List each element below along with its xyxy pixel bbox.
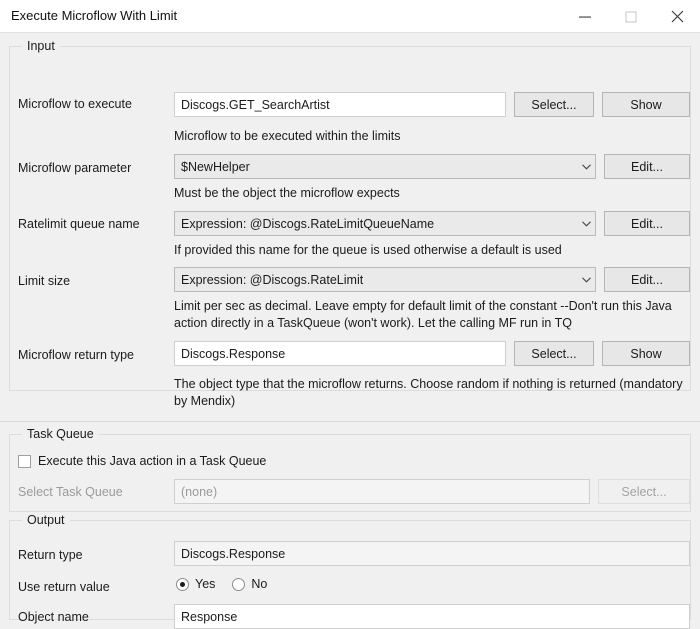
output-group-legend: Output [22, 513, 70, 527]
use-return-value-yes-radio[interactable]: Yes [176, 577, 215, 591]
checkbox-box [18, 454, 31, 468]
ratelimit-queue-name-edit-button[interactable]: Edit... [604, 211, 690, 236]
return-type-input: Discogs.Response [174, 541, 690, 566]
minimize-button[interactable] [562, 0, 608, 33]
window-titlebar: Execute Microflow With Limit [0, 0, 700, 33]
return-type-label: Return type [18, 548, 83, 562]
microflow-parameter-value: $NewHelper [181, 159, 250, 174]
chevron-down-icon [577, 163, 595, 170]
use-return-value-label: Use return value [18, 580, 110, 594]
close-icon [671, 10, 683, 23]
microflow-parameter-help: Must be the object the microflow expects [174, 186, 400, 200]
ratelimit-queue-name-label: Ratelimit queue name [18, 217, 140, 231]
microflow-to-execute-input[interactable]: Discogs.GET_SearchArtist [174, 92, 506, 117]
microflow-return-type-select-button[interactable]: Select... [514, 341, 594, 366]
ratelimit-queue-name-help: If provided this name for the queue is u… [174, 243, 562, 257]
minimize-icon [579, 16, 591, 18]
chevron-down-icon [577, 220, 595, 227]
microflow-to-execute-label: Microflow to execute [18, 97, 132, 111]
radio-circle-selected [176, 577, 189, 591]
select-task-queue-input: (none) [174, 479, 590, 504]
radio-circle [232, 577, 246, 591]
ratelimit-queue-name-combobox[interactable]: Expression: @Discogs.RateLimitQueueName [174, 211, 596, 236]
maximize-button[interactable] [608, 0, 654, 33]
limit-size-value: Expression: @Discogs.RateLimit [181, 272, 364, 287]
execute-in-task-queue-label: Execute this Java action in a Task Queue [38, 454, 267, 468]
microflow-parameter-label: Microflow parameter [18, 161, 132, 175]
ratelimit-queue-name-value: Expression: @Discogs.RateLimitQueueName [181, 216, 435, 231]
select-task-queue-select-button: Select... [598, 479, 690, 504]
microflow-return-type-help: The object type that the microflow retur… [174, 377, 683, 408]
microflow-parameter-edit-button[interactable]: Edit... [604, 154, 690, 179]
microflow-to-execute-help: Microflow to be executed within the limi… [174, 129, 401, 143]
task-queue-group-legend: Task Queue [22, 427, 99, 441]
use-return-value-yes-label: Yes [195, 577, 216, 591]
microflow-return-type-show-button[interactable]: Show [602, 341, 690, 366]
chevron-down-icon [577, 276, 595, 283]
input-group-legend: Input [22, 39, 60, 53]
object-name-input[interactable]: Response [174, 604, 690, 629]
limit-size-help: Limit per sec as decimal. Leave empty fo… [174, 299, 672, 330]
microflow-parameter-combobox[interactable]: $NewHelper [174, 154, 596, 179]
limit-size-edit-button[interactable]: Edit... [604, 267, 690, 292]
dialog-body: Input Microflow to execute Discogs.GET_S… [0, 33, 700, 629]
limit-size-combobox[interactable]: Expression: @Discogs.RateLimit [174, 267, 596, 292]
limit-size-label: Limit size [18, 274, 71, 288]
close-button[interactable] [654, 0, 700, 33]
microflow-return-type-label: Microflow return type [18, 348, 135, 362]
select-task-queue-label: Select Task Queue [18, 485, 123, 499]
window-title: Execute Microflow With Limit [11, 8, 178, 23]
execute-in-task-queue-checkbox[interactable]: Execute this Java action in a Task Queue [18, 454, 266, 468]
section-divider [0, 421, 700, 422]
microflow-return-type-input[interactable]: Discogs.Response [174, 341, 506, 366]
use-return-value-radio-group[interactable]: Yes No [176, 577, 284, 591]
use-return-value-no-radio[interactable]: No [232, 577, 267, 591]
object-name-label: Object name [18, 610, 89, 624]
maximize-icon [625, 10, 637, 23]
window-controls [562, 0, 700, 33]
microflow-to-execute-show-button[interactable]: Show [602, 92, 690, 117]
microflow-to-execute-select-button[interactable]: Select... [514, 92, 594, 117]
use-return-value-no-label: No [251, 577, 268, 591]
